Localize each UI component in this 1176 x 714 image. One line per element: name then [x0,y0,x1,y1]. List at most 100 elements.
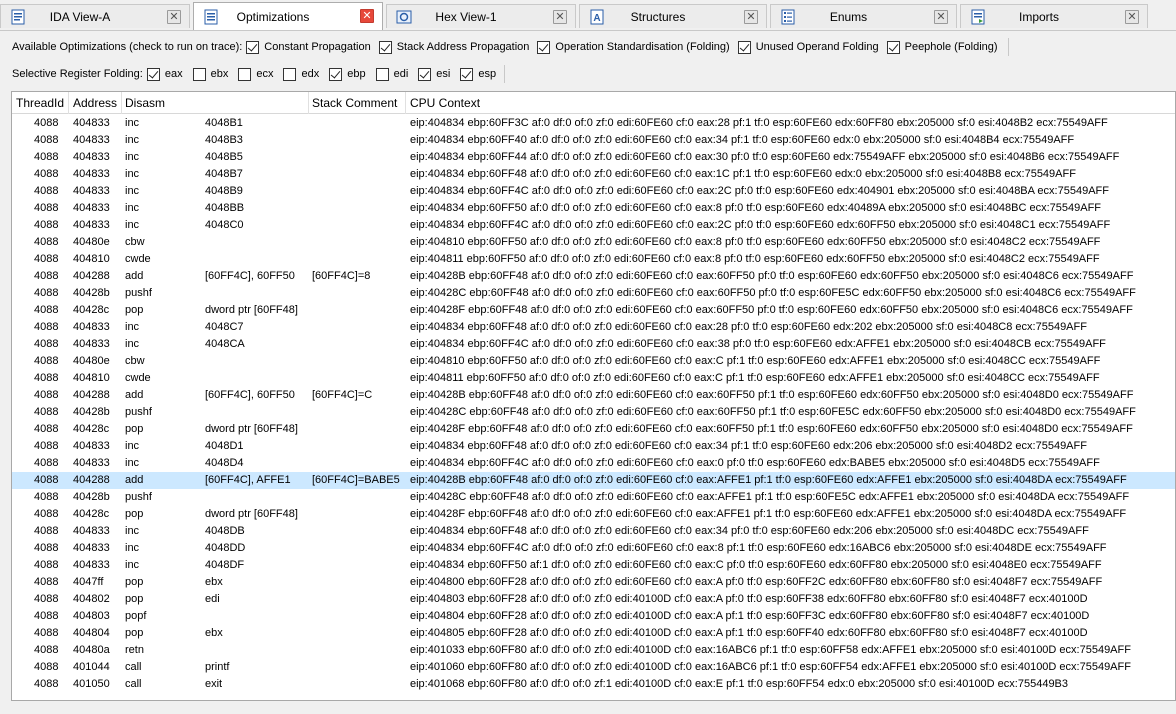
table-row[interactable]: 4088 404802 pop edi eip:404803 ebp:60FF28 af… [12,591,1175,608]
cell-stack-comment: [60FF4C]=BABE5 [312,474,400,486]
cell-address: 404833 [73,559,110,571]
column-header-address[interactable]: Address [73,96,117,110]
tab-structures[interactable]: A Structures ✕ [579,4,767,28]
checkbox[interactable] [737,40,751,54]
cell-operands: 4048DD [205,542,246,554]
option-constant-propagation[interactable]: Constant Propagation [246,40,371,54]
table-row[interactable]: 4088 40428b pushf eip:40428C ebp:60FF48 af:… [12,489,1175,506]
table-row[interactable]: 4088 404833 inc 4048D1 eip:404834 ebp:60FF48… [12,438,1175,455]
tab-hex-view-1[interactable]: Hex View-1 ✕ [386,4,576,28]
cell-cpu-context: eip:404834 ebp:60FF50 af:0 df:0 of:0 zf:… [410,202,1102,214]
tab-imports[interactable]: Imports ✕ [960,4,1148,28]
tab-label: Enums [829,10,868,24]
column-header-disasm[interactable]: Disasm [125,96,165,110]
close-icon[interactable]: ✕ [553,10,567,24]
register-ecx[interactable]: ecx [238,67,273,81]
table-row[interactable]: 4088 404833 inc 4048DF eip:404834 ebp:60FF50… [12,557,1175,574]
cell-mnemonic: inc [125,151,140,163]
checkbox[interactable] [238,67,252,81]
table-row[interactable]: 4088 40480e cbw eip:404810 ebp:60FF50 af:0 … [12,353,1175,370]
checkbox[interactable] [537,40,551,54]
tab-ida-view-a[interactable]: IDA View-A ✕ [0,4,190,28]
table-row[interactable]: 4088 404803 popf eip:404804 ebp:60FF28 af:0… [12,608,1175,625]
table-row[interactable]: 4088 404833 inc 4048DD eip:404834 ebp:60FF4C… [12,540,1175,557]
table-row[interactable]: 4088 404810 cwde eip:404811 ebp:60FF50 af:0… [12,370,1175,387]
table-row[interactable]: 4088 40428b pushf eip:40428C ebp:60FF48 af:… [12,404,1175,421]
column-header-cpu-context[interactable]: CPU Context [410,96,480,110]
close-icon[interactable]: ✕ [167,10,181,24]
table-row[interactable]: 4088 40428b pushf eip:40428C ebp:60FF48 af:… [12,285,1175,302]
column-divider[interactable] [121,92,122,114]
register-ebp[interactable]: ebp [329,67,366,81]
cell-address: 404288 [73,270,110,282]
register-edx[interactable]: edx [283,67,319,81]
table-header: ThreadId Address Disasm Stack Comment CP… [12,92,1175,114]
option-operation-standardisation[interactable]: Operation Standardisation (Folding) [537,40,730,54]
column-divider[interactable] [68,92,69,114]
tab-optimizations[interactable]: Optimizations ✕ [193,2,383,30]
table-row[interactable]: 4088 40428c pop dword ptr [60FF48] eip:40428… [12,421,1175,438]
checkbox[interactable] [246,40,260,54]
table-row[interactable]: 4088 404833 inc 4048DB eip:404834 ebp:60FF48… [12,523,1175,540]
table-row[interactable]: 4088 40480a retn eip:401033 ebp:60FF80 af:0… [12,642,1175,659]
table-row[interactable]: 4088 404288 add [60FF4C], 60FF50 [60FF4C]=8 e… [12,268,1175,285]
table-row[interactable]: 4088 404833 inc 4048B7 eip:404834 ebp:60FF48… [12,166,1175,183]
trace-table[interactable]: ThreadId Address Disasm Stack Comment CP… [11,91,1176,701]
cell-address: 404833 [73,151,110,163]
table-row[interactable]: 4088 4047ff pop ebx eip:404800 ebp:60FF28 af… [12,574,1175,591]
cell-cpu-context: eip:404834 ebp:60FF3C af:0 df:0 of:0 zf:… [410,117,1108,129]
table-row[interactable]: 4088 404810 cwde eip:404811 ebp:60FF50 af:0… [12,251,1175,268]
table-row[interactable]: 4088 404833 inc 4048BB eip:404834 ebp:60FF50… [12,200,1175,217]
table-row[interactable]: 4088 404833 inc 4048B3 eip:404834 ebp:60FF40… [12,132,1175,149]
table-row[interactable]: 4088 404833 inc 4048CA eip:404834 ebp:60FF4C… [12,336,1175,353]
cell-thread-id: 4088 [34,117,59,129]
checkbox[interactable] [418,67,432,81]
cell-cpu-context: eip:404834 ebp:60FF4C af:0 df:0 of:0 zf:… [410,542,1107,554]
table-row[interactable]: 4088 404288 add [60FF4C], AFFE1 [60FF4C]=BAB… [12,472,1175,489]
close-icon[interactable]: ✕ [360,9,374,23]
checkbox[interactable] [460,67,474,81]
cell-operands: 4048DF [205,559,245,571]
cell-operands: printf [205,661,230,673]
table-row[interactable]: 4088 40428c pop dword ptr [60FF48] eip:40428… [12,302,1175,319]
checkbox[interactable] [283,67,297,81]
tab-label: IDA View-A [49,10,111,24]
column-divider[interactable] [405,92,406,114]
checkbox[interactable] [192,67,206,81]
checkbox[interactable] [375,67,389,81]
option-peephole-folding[interactable]: Peephole (Folding) [886,40,998,54]
register-esi[interactable]: esi [418,67,450,81]
register-edi[interactable]: edi [375,67,408,81]
table-row[interactable]: 4088 404833 inc 4048B1 eip:404834 ebp:60FF3C… [12,115,1175,132]
column-header-stack-comment[interactable]: Stack Comment [312,96,397,110]
table-row[interactable]: 4088 404804 pop ebx eip:404805 ebp:60FF28 af… [12,625,1175,642]
checkbox[interactable] [378,40,392,54]
close-icon[interactable]: ✕ [1125,10,1139,24]
table-row[interactable]: 4088 401050 call exit eip:401068 ebp:60FF80 … [12,676,1175,693]
cell-mnemonic: inc [125,440,140,452]
table-row[interactable]: 4088 404833 inc 4048B5 eip:404834 ebp:60FF44… [12,149,1175,166]
cell-address: 404833 [73,219,110,231]
table-row[interactable]: 4088 404833 inc 4048C0 eip:404834 ebp:60FF4C… [12,217,1175,234]
register-esp[interactable]: esp [460,67,496,81]
table-row[interactable]: 4088 404288 add [60FF4C], 60FF50 [60FF4C]=C e… [12,387,1175,404]
table-row[interactable]: 4088 401044 call printf eip:401060 ebp:60FF8… [12,659,1175,676]
column-divider[interactable] [308,92,309,114]
checkbox[interactable] [146,67,160,81]
option-stack-address-propagation[interactable]: Stack Address Propagation [378,40,529,54]
cell-address: 404802 [73,593,110,605]
table-row[interactable]: 4088 404833 inc 4048D4 eip:404834 ebp:60FF4C… [12,455,1175,472]
table-row[interactable]: 4088 40480e cbw eip:404810 ebp:60FF50 af:0 … [12,234,1175,251]
column-header-threadid[interactable]: ThreadId [16,96,64,110]
table-row[interactable]: 4088 40428c pop dword ptr [60FF48] eip:40428… [12,506,1175,523]
checkbox[interactable] [886,40,900,54]
table-row[interactable]: 4088 404833 inc 4048B9 eip:404834 ebp:60FF4C… [12,183,1175,200]
register-eax[interactable]: eax [146,67,183,81]
checkbox[interactable] [329,67,343,81]
close-icon[interactable]: ✕ [744,10,758,24]
table-row[interactable]: 4088 404833 inc 4048C7 eip:404834 ebp:60FF48… [12,319,1175,336]
close-icon[interactable]: ✕ [934,10,948,24]
option-unused-operand-folding[interactable]: Unused Operand Folding [737,40,879,54]
tab-enums[interactable]: Enums ✕ [770,4,957,28]
register-ebx[interactable]: ebx [192,67,228,81]
